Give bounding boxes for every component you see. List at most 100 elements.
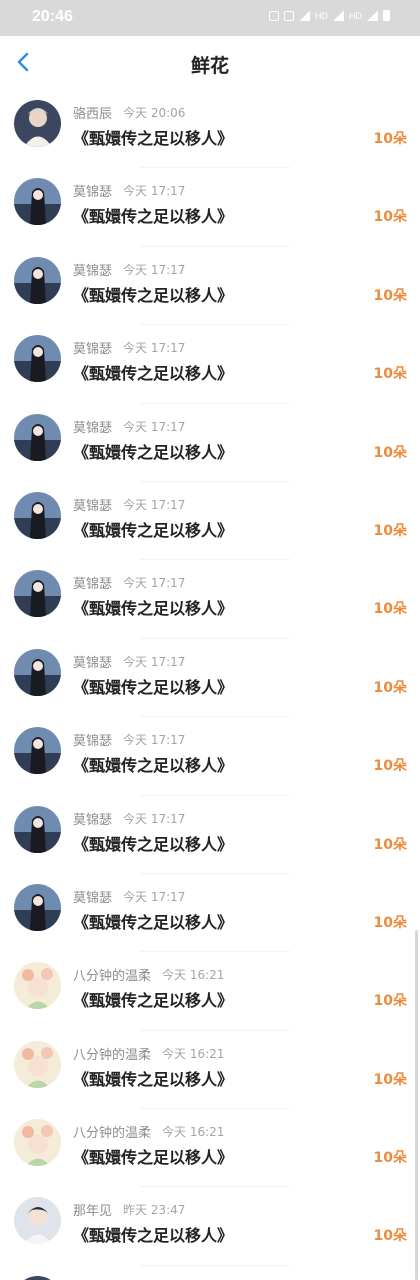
notification-icon xyxy=(269,10,279,21)
list-item[interactable]: 莫锦瑟 今天 17:17 《甄嬛传之足以移人》 10朵 xyxy=(0,404,420,482)
user-name[interactable]: 莫锦瑟 xyxy=(73,417,112,436)
flower-count: 10朵 xyxy=(373,209,407,226)
flower-girl-icon xyxy=(14,962,61,1010)
list-item[interactable]: 莫锦瑟 今天 17:17 《甄嬛传之足以移人》 10朵 xyxy=(0,874,420,953)
book-title[interactable]: 《甄嬛传之足以移人》 xyxy=(73,282,233,306)
flower-girl-icon xyxy=(14,1040,61,1088)
wifi-icon xyxy=(299,10,310,21)
page-title: 鲜花 xyxy=(190,55,229,77)
avatar[interactable] xyxy=(14,805,61,853)
flower-count: 10朵 xyxy=(373,758,407,775)
book-title[interactable]: 《甄嬛传之足以移人》 xyxy=(73,1222,233,1246)
avatar[interactable] xyxy=(14,727,61,775)
gift-time: 今天 17:17 xyxy=(123,576,186,591)
book-title[interactable]: 《甄嬛传之足以移人》 xyxy=(73,125,233,149)
flower-girl-icon xyxy=(14,1119,61,1167)
book-title[interactable]: 《甄嬛传之足以移人》 xyxy=(73,595,233,619)
book-title[interactable]: 《甄嬛传之足以移人》 xyxy=(73,360,233,384)
hd-label: HD xyxy=(315,10,328,21)
gift-time: 今天 17:17 xyxy=(123,654,186,669)
user-name[interactable]: 莫锦瑟 xyxy=(73,181,112,200)
avatar[interactable] xyxy=(14,335,61,383)
user-name[interactable]: 莫锦瑟 xyxy=(73,887,112,906)
book-title[interactable]: 《甄嬛传之足以移人》 xyxy=(73,1144,233,1168)
list-item[interactable]: 莫锦瑟 今天 17:17 《甄嬛传之足以移人》 10朵 xyxy=(0,168,420,247)
avatar[interactable] xyxy=(14,883,61,931)
avatar[interactable] xyxy=(14,1040,61,1088)
book-title[interactable]: 《甄嬛传之足以移人》 xyxy=(73,831,233,855)
avatar[interactable] xyxy=(14,570,61,618)
list-item[interactable]: 八分钟的温柔 今天 16:21 《甄嬛传之足以移人》 10朵 xyxy=(0,1109,420,1188)
user-name[interactable]: 八分钟的温柔 xyxy=(73,1044,151,1063)
status-bar: 20:46 HD HD xyxy=(0,0,420,36)
avatar[interactable] xyxy=(14,178,61,226)
list-item[interactable]: 莫锦瑟 今天 17:17 《甄嬛传之足以移人》 10朵 xyxy=(0,325,420,404)
book-title[interactable]: 《甄嬛传之足以移人》 xyxy=(73,909,233,933)
book-title[interactable]: 《甄嬛传之足以移人》 xyxy=(73,987,233,1011)
list-item[interactable]: 八分钟的温柔 今天 16:21 《甄嬛传之足以移人》 10朵 xyxy=(0,1031,420,1110)
user-name[interactable]: 八分钟的温柔 xyxy=(73,1122,151,1141)
user-name[interactable]: 那年见 xyxy=(73,1200,112,1219)
list-item[interactable]: 那年见 昨天 23:47 《甄嬛传之足以移人》 10朵 xyxy=(0,1187,420,1266)
book-title[interactable]: 《甄嬛传之足以移人》 xyxy=(73,1066,233,1090)
book-title[interactable]: 《甄嬛传之足以移人》 xyxy=(73,203,233,227)
list-item[interactable]: 莫锦瑟 今天 17:17 《甄嬛传之足以移人》 10朵 xyxy=(0,796,420,874)
user-name[interactable]: 莫锦瑟 xyxy=(73,260,112,279)
hd-label-2: HD xyxy=(349,10,362,21)
gift-time: 今天 16:21 xyxy=(162,1125,225,1140)
flower-count: 10朵 xyxy=(373,1071,407,1088)
list-item[interactable]: 莫锦瑟 今天 17:17 《甄嬛传之足以移人》 10朵 xyxy=(0,717,420,796)
girl-icon xyxy=(14,727,61,775)
gift-time: 今天 17:17 xyxy=(123,262,186,277)
user-name[interactable]: 莫锦瑟 xyxy=(73,495,112,514)
user-name[interactable]: 八分钟的温柔 xyxy=(73,965,151,984)
list-item[interactable]: 莫锦瑟 今天 17:17 《甄嬛传之足以移人》 10朵 xyxy=(0,482,420,561)
flower-count: 10朵 xyxy=(373,131,407,147)
mute-icon xyxy=(284,10,294,21)
gift-time: 今天 17:17 xyxy=(123,811,186,826)
user-name[interactable]: 莫锦瑟 xyxy=(73,573,112,592)
signal-icon xyxy=(333,10,344,21)
list-item[interactable]: 莫锦瑟 今天 17:17 《甄嬛传之足以移人》 10朵 xyxy=(0,560,420,639)
flower-count: 10朵 xyxy=(373,993,407,1010)
book-title[interactable]: 《甄嬛传之足以移人》 xyxy=(73,752,233,776)
avatar[interactable] xyxy=(14,1197,61,1245)
clock: 20:46 xyxy=(32,8,73,25)
book-title[interactable]: 《甄嬛传之足以移人》 xyxy=(73,517,233,541)
avatar[interactable] xyxy=(14,1119,61,1167)
user-name[interactable]: 莫锦瑟 xyxy=(73,338,112,357)
avatar[interactable] xyxy=(14,962,61,1010)
list-item[interactable]: 八分钟的温柔 今天 16:21 《甄嬛传之足以移人》 10朵 xyxy=(0,952,420,1031)
girl-icon xyxy=(14,883,61,931)
user-name[interactable]: 莫锦瑟 xyxy=(73,730,112,749)
list-item[interactable]: 莫锦瑟 今天 17:17 《甄嬛传之足以移人》 10朵 xyxy=(0,639,420,718)
avatar[interactable] xyxy=(14,491,61,539)
gift-time: 今天 20:06 xyxy=(123,106,186,120)
avatar[interactable] xyxy=(14,1275,61,1280)
girl-icon xyxy=(14,256,61,304)
flower-count: 10朵 xyxy=(373,1228,407,1245)
list-item[interactable] xyxy=(0,1266,420,1280)
list-item[interactable]: 莫锦瑟 今天 17:17 《甄嬛传之足以移人》 10朵 xyxy=(0,247,420,326)
flower-count: 10朵 xyxy=(373,287,407,304)
avatar[interactable] xyxy=(14,648,61,696)
gift-time: 今天 17:17 xyxy=(123,889,186,904)
avatar[interactable] xyxy=(14,413,61,461)
nav-bar: 鲜花 xyxy=(0,36,420,90)
girl-icon xyxy=(14,335,61,383)
flower-count: 10朵 xyxy=(373,1150,407,1167)
user-name[interactable]: 莫锦瑟 xyxy=(73,652,112,671)
book-title[interactable]: 《甄嬛传之足以移人》 xyxy=(73,439,233,463)
flower-count: 10朵 xyxy=(373,836,407,853)
gift-time: 今天 17:17 xyxy=(123,184,186,199)
avatar[interactable] xyxy=(14,100,61,147)
user-name[interactable]: 骆西辰 xyxy=(73,103,112,122)
avatar[interactable] xyxy=(14,256,61,304)
list-item[interactable]: 骆西辰 今天 20:06 《甄嬛传之足以移人》 10朵 xyxy=(0,90,420,169)
book-title[interactable]: 《甄嬛传之足以移人》 xyxy=(73,674,233,698)
flower-count: 10朵 xyxy=(373,522,407,539)
user-name[interactable]: 莫锦瑟 xyxy=(73,809,112,828)
gift-time: 今天 17:17 xyxy=(123,419,186,434)
scrollbar[interactable] xyxy=(415,930,418,1280)
gift-record-list[interactable]: 骆西辰 今天 20:06 《甄嬛传之足以移人》 10朵 莫锦瑟 今天 17:17 《甄嬛传之… xyxy=(0,90,420,1280)
